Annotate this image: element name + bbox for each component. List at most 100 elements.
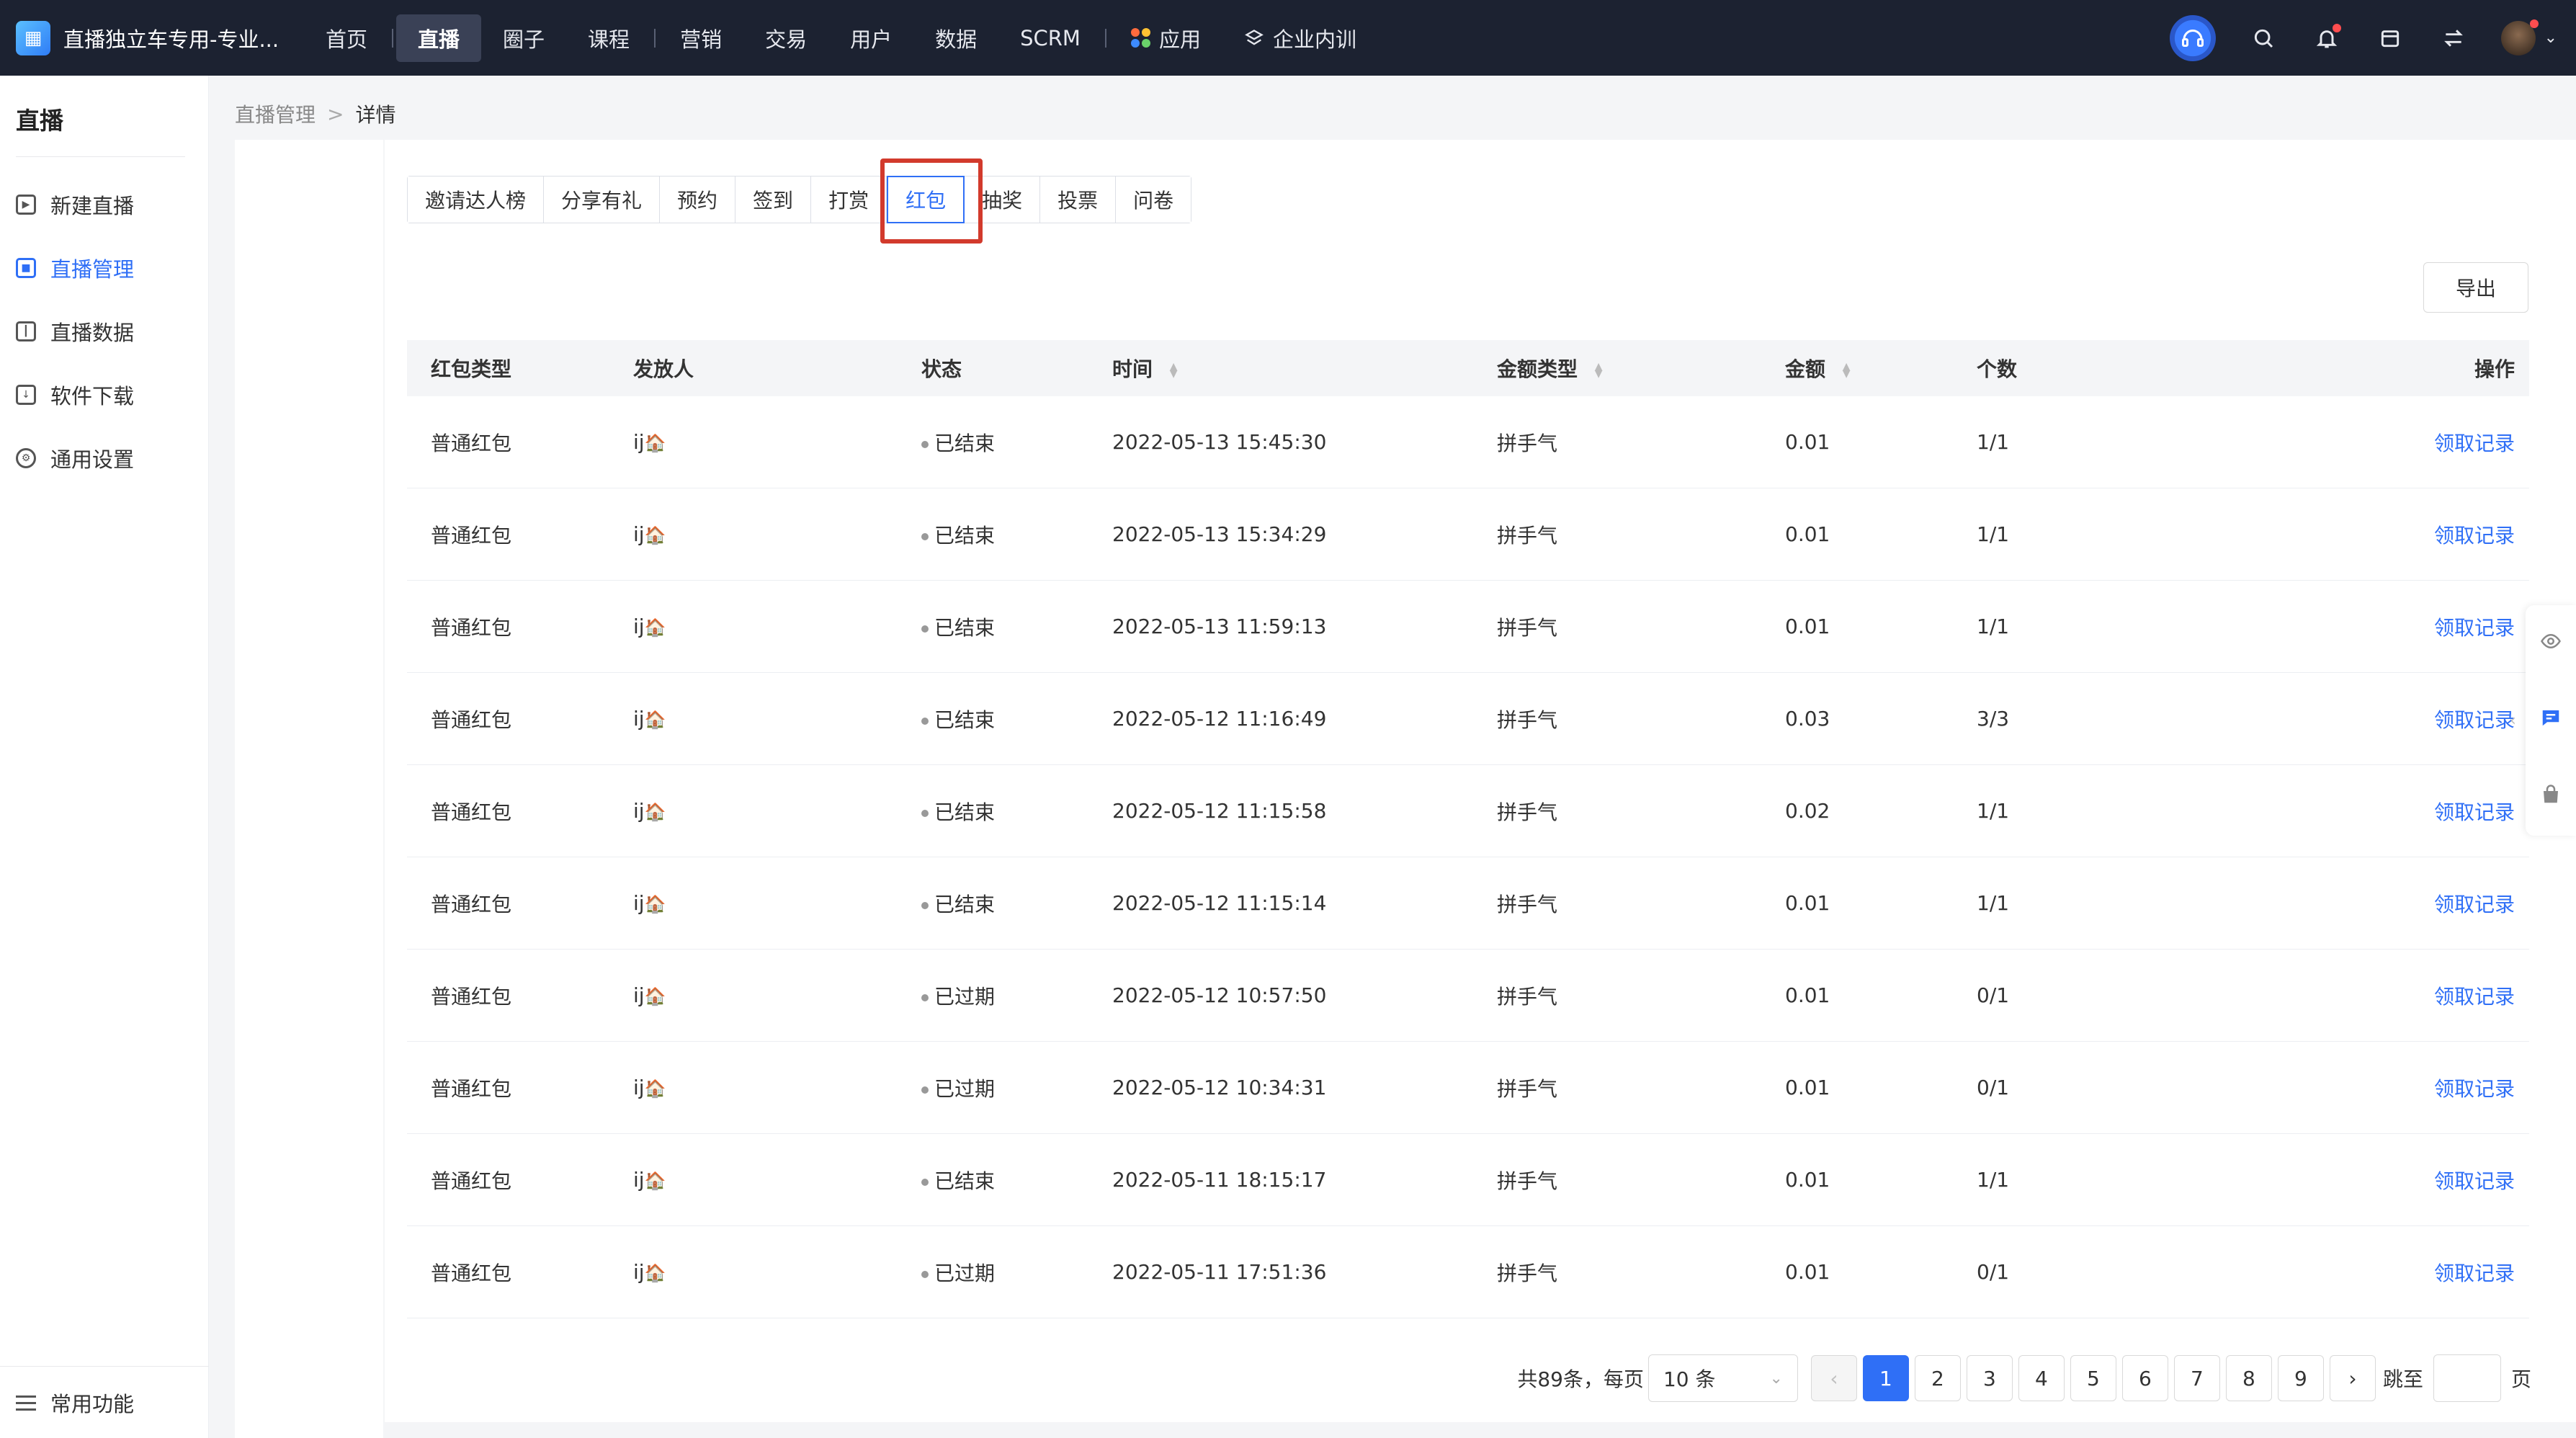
sidebar-item-3[interactable]: ↓ 软件下载 — [0, 363, 208, 427]
cell-status: 已结束 — [898, 428, 1088, 457]
cell-time: 2022-05-12 11:15:58 — [1112, 799, 1327, 823]
search-icon[interactable] — [2248, 22, 2279, 54]
nav-item-4[interactable]: 营销 — [658, 14, 743, 62]
cell-action: 领取记录 — [2385, 1258, 2529, 1287]
cell-count: 1/1 — [1977, 615, 2010, 638]
tab-4[interactable]: 打赏 — [811, 177, 887, 223]
sidebar-item-4[interactable]: ⚙ 通用设置 — [0, 427, 208, 490]
tab-0[interactable]: 邀请达人榜 — [408, 177, 545, 223]
tab-1[interactable]: 分享有礼 — [544, 177, 661, 223]
sidebar-menu: ▶ 新建直播 ■ 直播管理 ┃ 直播数据 ↓ 软件下载 ⚙ 通用设置 — [0, 173, 208, 490]
cell-status: 已结束 — [898, 797, 1088, 826]
tab-7[interactable]: 投票 — [1040, 177, 1117, 223]
switch-icon[interactable] — [2438, 22, 2469, 54]
bell-icon[interactable] — [2311, 22, 2343, 54]
page-button-9[interactable]: 9 — [2277, 1355, 2324, 1401]
jump-page-input[interactable] — [2433, 1354, 2501, 1402]
sort-icon[interactable]: ▲ ▼ — [1595, 362, 1603, 379]
training-icon — [1244, 28, 1264, 48]
cell-sender: ij🏠 — [609, 1076, 898, 1099]
claim-record-link[interactable]: 领取记录 — [2434, 893, 2515, 916]
claim-record-link[interactable]: 领取记录 — [2434, 800, 2515, 824]
nav-item-5[interactable]: 交易 — [743, 14, 828, 62]
page-button-4[interactable]: 4 — [2018, 1355, 2065, 1401]
claim-record-link[interactable]: 领取记录 — [2434, 1261, 2515, 1285]
page-button-2[interactable]: 2 — [1914, 1355, 1961, 1401]
page-button-3[interactable]: 3 — [1966, 1355, 2013, 1401]
sender-name: ij — [633, 891, 645, 915]
status-text: 已结束 — [934, 431, 996, 455]
nav-item-0[interactable]: 首页 — [304, 14, 389, 62]
nav-item-training[interactable]: 企业内训 — [1222, 14, 1378, 62]
breadcrumb-parent[interactable]: 直播管理 — [235, 99, 316, 128]
tab-5[interactable]: 红包 — [887, 176, 965, 223]
sidebar-item-0[interactable]: ▶ 新建直播 — [0, 173, 208, 236]
claim-record-link[interactable]: 领取记录 — [2434, 524, 2515, 548]
chevron-down-icon: ⌄ — [2544, 29, 2557, 47]
brand[interactable]: ▦ 直播独立车专用-专业... — [16, 20, 304, 55]
cell-type: 普通红包 — [431, 1261, 512, 1285]
nav-separator — [1104, 28, 1106, 48]
nav-item-8[interactable]: SCRM — [998, 14, 1102, 62]
prev-page-button[interactable]: ‹ — [1810, 1355, 1857, 1401]
sidebar-title: 直播 — [16, 107, 63, 135]
tab-2[interactable]: 预约 — [660, 177, 736, 223]
page-button-7[interactable]: 7 — [2173, 1355, 2220, 1401]
sidebar-item-2[interactable]: ┃ 直播数据 — [0, 300, 208, 363]
claim-record-link[interactable]: 领取记录 — [2434, 616, 2515, 640]
nav-item-apps[interactable]: 应用 — [1109, 14, 1222, 62]
cell-type: 普通红包 — [431, 892, 512, 916]
tab-3[interactable]: 签到 — [735, 177, 812, 223]
claim-record-link[interactable]: 领取记录 — [2434, 1169, 2515, 1193]
eye-icon[interactable] — [2540, 630, 2562, 657]
sender-name: ij — [633, 983, 645, 1007]
nav-item-7[interactable]: 数据 — [913, 14, 998, 62]
page-numbers: 123456789 — [1857, 1355, 2324, 1401]
claim-record-link[interactable]: 领取记录 — [2434, 1077, 2515, 1101]
claim-record-link[interactable]: 领取记录 — [2434, 708, 2515, 732]
support-icon[interactable] — [2169, 14, 2216, 61]
claim-record-link[interactable]: 领取记录 — [2434, 432, 2515, 455]
bag-icon[interactable] — [2540, 784, 2562, 810]
claim-record-link[interactable]: 领取记录 — [2434, 985, 2515, 1009]
status-dot — [921, 717, 929, 725]
user-menu[interactable]: ⌄ — [2500, 19, 2557, 55]
cell-action: 领取记录 — [2385, 705, 2529, 733]
cell-status: 已结束 — [898, 520, 1088, 549]
sort-icon[interactable]: ▲ ▼ — [1843, 362, 1851, 379]
status-dot — [921, 1178, 929, 1186]
nav-item-1[interactable]: 直播 — [396, 14, 482, 62]
gear-icon: ⚙ — [16, 448, 36, 468]
nav-item-3[interactable]: 课程 — [566, 14, 651, 62]
list-icon — [16, 1393, 36, 1413]
message-icon[interactable] — [2540, 707, 2562, 733]
col-amount[interactable]: 金额 ▲ ▼ — [1761, 354, 1953, 383]
col-amount-type[interactable]: 金额类型 ▲ ▼ — [1473, 354, 1761, 383]
sidebar-item-1[interactable]: ■ 直播管理 — [0, 236, 208, 300]
breadcrumb-current: 详情 — [355, 103, 396, 127]
collapse-arrow-icon[interactable]: ‹ — [2510, 712, 2516, 730]
cell-time: 2022-05-12 11:15:14 — [1112, 891, 1327, 915]
nav-item-2[interactable]: 圈子 — [481, 14, 566, 62]
export-button[interactable]: 导出 — [2423, 262, 2528, 313]
table-row: 普通红包 ij🏠 已过期 2022-05-11 17:51:36 拼手气 0.01 0/1 领… — [407, 1226, 2529, 1318]
page-button-5[interactable]: 5 — [2070, 1355, 2116, 1401]
tab-6[interactable]: 抽奖 — [965, 177, 1041, 223]
page-size-select[interactable]: 10 条 ⌄ — [1647, 1354, 1798, 1402]
red-packet-table: 红包类型 发放人 状态 时间 ▲ ▼ 金额类型 ▲ ▼ 金额 ▲ ▼ 个数 操作 普通… — [407, 340, 2529, 1318]
col-time[interactable]: 时间 ▲ ▼ — [1088, 354, 1473, 383]
nav-item-6[interactable]: 用户 — [828, 14, 913, 62]
sort-icon[interactable]: ▲ ▼ — [1170, 362, 1178, 379]
page-button-1[interactable]: 1 — [1862, 1355, 1909, 1401]
store-icon[interactable] — [2374, 22, 2406, 54]
common-functions-button[interactable]: 常用功能 — [0, 1367, 209, 1438]
cell-sender: ij🏠 — [609, 983, 898, 1007]
page-button-6[interactable]: 6 — [2121, 1355, 2168, 1401]
tab-8[interactable]: 问卷 — [1116, 177, 1191, 223]
pagination-total: 共89条，每页 — [1517, 1367, 1644, 1391]
page-button-8[interactable]: 8 — [2225, 1355, 2272, 1401]
next-page-button[interactable]: › — [2329, 1355, 2376, 1401]
col-amount-type-label: 金额类型 — [1497, 357, 1578, 381]
sender-name: ij — [633, 1168, 645, 1192]
live-manage-icon: ■ — [16, 258, 36, 278]
